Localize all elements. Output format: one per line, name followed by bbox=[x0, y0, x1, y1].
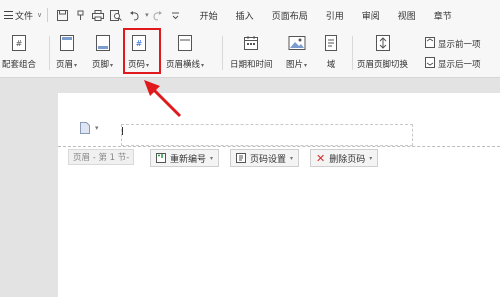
show-previous-button[interactable]: 显示前一项 bbox=[425, 37, 481, 51]
date-time-button[interactable]: 日期和时间 bbox=[230, 34, 273, 70]
show-next-label: 显示后一项 bbox=[438, 60, 481, 70]
document-icon bbox=[80, 122, 90, 134]
renumber-button[interactable]: 重新编号 ▾ bbox=[150, 149, 220, 167]
field-icon bbox=[322, 34, 340, 52]
dropdown-icon: ▾ bbox=[369, 154, 373, 162]
page-number-settings-label: 页码设置 bbox=[250, 154, 287, 165]
file-menu-label: 文件 bbox=[15, 11, 34, 22]
divider bbox=[352, 36, 353, 70]
tab-home[interactable]: 开始 bbox=[191, 9, 227, 22]
show-previous-label: 显示前一项 bbox=[438, 40, 481, 50]
ribbon: # 配套组合 页眉▾ 页脚▾ # 页码▾ 页眉横线▾ 日期和时间 图片▾ 域 页… bbox=[0, 30, 500, 78]
header-edit-area[interactable] bbox=[121, 124, 413, 146]
divider bbox=[47, 8, 49, 22]
delete-page-number-label: 删除页码 bbox=[329, 154, 366, 165]
page-settings-icon bbox=[236, 153, 246, 163]
divider bbox=[49, 36, 50, 70]
template-combo-icon: # bbox=[10, 34, 28, 52]
chevron-down-icon: ∨ bbox=[37, 11, 43, 19]
save-icon[interactable] bbox=[55, 8, 69, 22]
header-line-button[interactable]: 页眉横线▾ bbox=[166, 34, 204, 70]
header-line-label: 页眉横线 bbox=[166, 60, 201, 70]
renumber-label: 重新编号 bbox=[170, 154, 207, 165]
footer-icon bbox=[94, 34, 112, 52]
picture-icon bbox=[288, 34, 306, 52]
header-label: 页眉 bbox=[56, 60, 74, 70]
picture-button[interactable]: 图片▾ bbox=[286, 34, 307, 70]
undo-icon[interactable] bbox=[127, 8, 141, 22]
header-icon bbox=[58, 34, 76, 52]
date-time-label: 日期和时间 bbox=[230, 60, 273, 70]
header-line-icon bbox=[176, 34, 194, 52]
file-menu[interactable]: 文件 ∨ bbox=[4, 9, 42, 22]
menu-bar: 文件 ∨ ▾ 开始 插入 页面布局 引用 审阅 视图 章节 bbox=[0, 0, 500, 30]
document-page[interactable]: ▾ 页眉 - 第 1 节- 重新编号 ▾ 页码设置 ▾ ✕ 删除页码 ▾ bbox=[58, 93, 500, 297]
field-label: 域 bbox=[326, 60, 336, 70]
hamburger-icon bbox=[4, 11, 13, 19]
field-button[interactable]: 域 bbox=[322, 34, 340, 70]
annotation-arrow-icon bbox=[144, 80, 182, 118]
format-painter-icon[interactable] bbox=[73, 8, 87, 22]
highlight-box bbox=[123, 28, 161, 74]
tab-view[interactable]: 视图 bbox=[389, 9, 425, 22]
show-previous-icon bbox=[425, 37, 435, 51]
header-button[interactable]: 页眉▾ bbox=[56, 34, 77, 70]
header-footer-switch-icon bbox=[374, 34, 392, 52]
footer-button[interactable]: 页脚▾ bbox=[92, 34, 113, 70]
dropdown-icon: ▾ bbox=[201, 62, 205, 69]
show-next-button[interactable]: 显示后一项 bbox=[425, 57, 481, 71]
calendar-icon bbox=[242, 34, 260, 52]
tab-page-layout[interactable]: 页面布局 bbox=[263, 9, 317, 22]
dropdown-icon: ▾ bbox=[210, 154, 214, 162]
redo-icon[interactable] bbox=[151, 8, 165, 22]
dropdown-icon: ▾ bbox=[290, 154, 294, 162]
dropdown-icon: ▾ bbox=[74, 62, 78, 69]
template-combo-button[interactable]: # 配套组合 bbox=[2, 34, 36, 70]
divider bbox=[222, 36, 223, 70]
chevron-down-icon: ▾ bbox=[95, 124, 99, 132]
svg-text:#: # bbox=[16, 39, 23, 48]
tab-review[interactable]: 审阅 bbox=[353, 9, 389, 22]
show-next-icon bbox=[425, 57, 435, 71]
customize-toolbar-icon[interactable] bbox=[169, 8, 183, 22]
picture-label: 图片 bbox=[286, 60, 304, 70]
text-cursor bbox=[122, 127, 123, 135]
footer-label: 页脚 bbox=[92, 60, 110, 70]
dropdown-icon: ▾ bbox=[304, 62, 308, 69]
renumber-icon bbox=[156, 153, 166, 163]
print-preview-icon[interactable] bbox=[109, 8, 123, 22]
undo-dropdown-icon[interactable]: ▾ bbox=[145, 11, 149, 19]
delete-page-number-button[interactable]: ✕ 删除页码 ▾ bbox=[310, 149, 379, 167]
header-section-tag: 页眉 - 第 1 节- bbox=[68, 149, 135, 165]
page-number-settings-button[interactable]: 页码设置 ▾ bbox=[230, 149, 300, 167]
template-combo-label: 配套组合 bbox=[2, 60, 37, 70]
print-icon[interactable] bbox=[91, 8, 105, 22]
header-boundary-line bbox=[58, 146, 500, 147]
ribbon-tabs: 开始 插入 页面布局 引用 审阅 视图 章节 bbox=[191, 9, 461, 22]
header-footer-switch-button[interactable]: 页眉页脚切换 bbox=[357, 34, 408, 70]
tab-references[interactable]: 引用 bbox=[317, 9, 353, 22]
dropdown-icon: ▾ bbox=[110, 62, 114, 69]
header-options[interactable]: ▾ bbox=[80, 122, 99, 134]
tab-insert[interactable]: 插入 bbox=[227, 9, 263, 22]
tab-section[interactable]: 章节 bbox=[425, 9, 461, 22]
header-footer-switch-label: 页眉页脚切换 bbox=[357, 60, 409, 70]
delete-icon: ✕ bbox=[316, 151, 326, 165]
